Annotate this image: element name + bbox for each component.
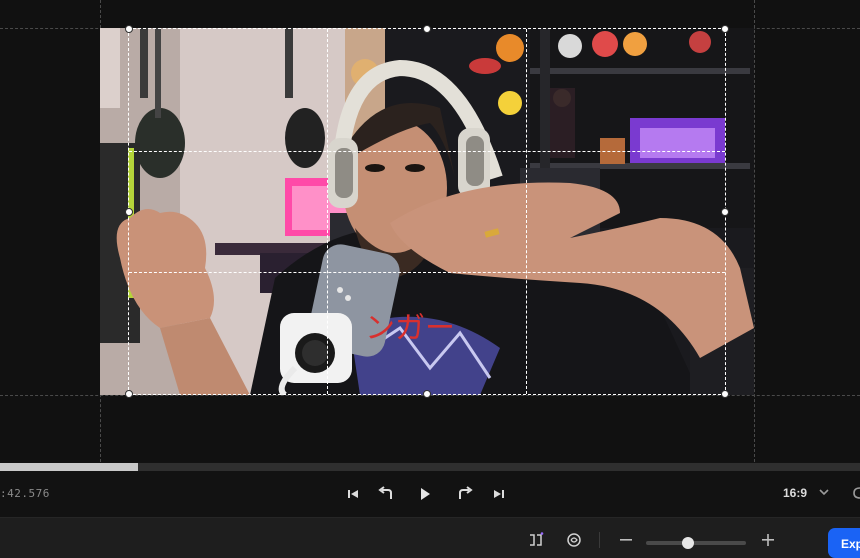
toolbar-divider [599,532,600,548]
bottom-toolbar: Exp [0,517,860,558]
playback-progress-bar[interactable] [0,463,860,471]
playback-progress-fill [0,463,139,471]
skip-to-end-button[interactable] [488,483,510,505]
zoom-slider-handle[interactable] [682,537,694,549]
preview-canvas: ンガー [0,0,860,462]
crop-grid-line [525,29,527,394]
crop-handle-left[interactable] [125,207,133,216]
sparkle-edit-icon[interactable] [565,531,583,549]
crop-handle-bottom[interactable] [423,390,431,398]
zoom-slider[interactable] [646,537,746,549]
minus-icon[interactable] [617,531,635,549]
forward-button[interactable] [453,483,475,505]
crop-handle-bottom-right[interactable] [721,390,729,398]
plus-icon[interactable] [759,531,777,549]
skip-to-start-button[interactable] [342,483,364,505]
fullscreen-icon[interactable] [851,486,860,500]
crop-handle-right[interactable] [721,207,729,216]
playback-controls: :42.576 16:9 [0,471,860,517]
chevron-down-icon[interactable] [818,486,830,498]
crop-grid-line [129,150,725,152]
play-icon [421,488,430,500]
forward-icon [459,486,473,499]
play-button[interactable] [414,483,436,505]
crop-handle-top-right[interactable] [721,25,729,33]
crop-grid-line [129,272,725,274]
skip-to-end-icon [494,490,504,498]
skip-to-start-icon [348,490,358,498]
rewind-icon [378,486,392,499]
crop-frame[interactable] [125,25,729,398]
crop-handle-bottom-left[interactable] [125,390,133,398]
split-icon[interactable] [527,531,545,549]
crop-grid-line [327,29,329,394]
crop-handle-top-left[interactable] [125,25,133,33]
canvas-guide-right [754,0,755,462]
crop-handle-top[interactable] [423,25,431,33]
aspect-ratio-select[interactable]: 16:9 [783,486,807,500]
timecode: :42.576 [0,487,50,500]
export-button[interactable]: Exp [828,528,860,558]
rewind-button[interactable] [376,483,398,505]
